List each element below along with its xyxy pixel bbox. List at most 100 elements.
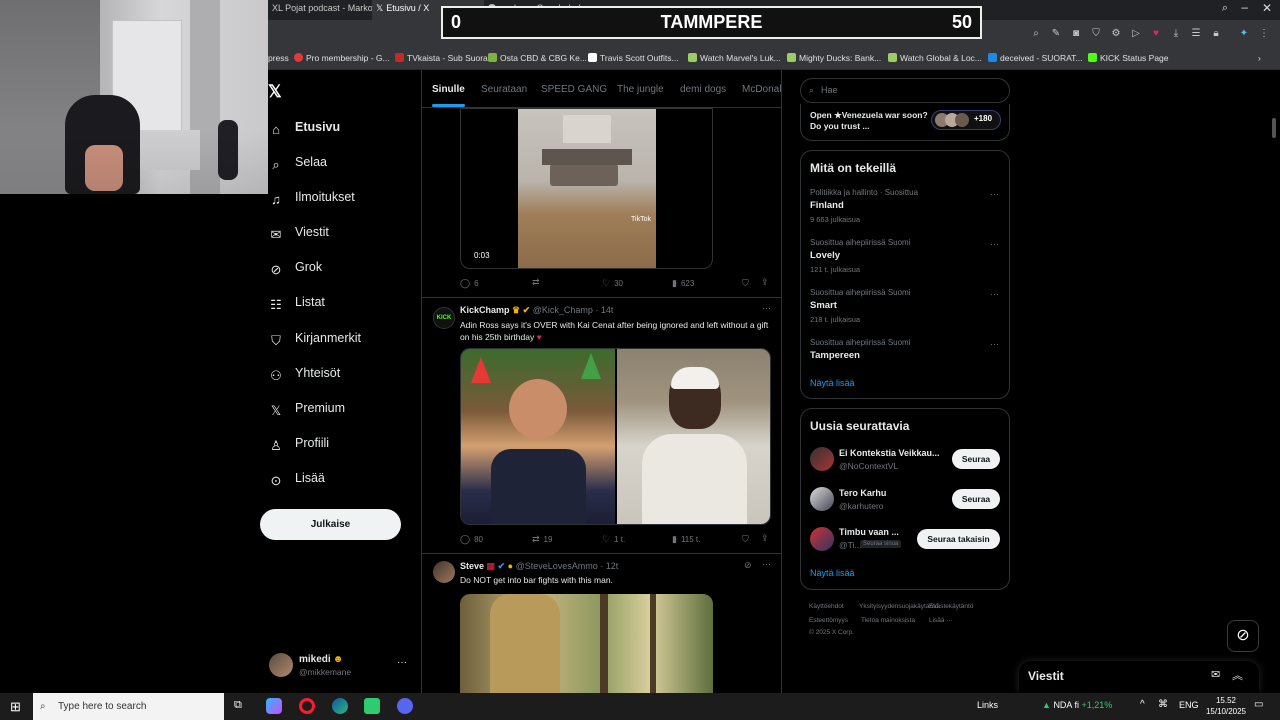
bookmark-item[interactable]: Osta CBD & CBG Ke... — [488, 53, 587, 63]
camera-icon[interactable]: ◙ — [1070, 28, 1082, 40]
footer-link[interactable]: Lisää ··· — [929, 617, 953, 624]
shield-icon[interactable]: ⛉ — [1090, 28, 1102, 40]
post-media[interactable] — [460, 594, 713, 693]
bookmark-item[interactable]: Pro membership - G... — [294, 53, 390, 63]
language-indicator[interactable]: ENG — [1179, 700, 1199, 710]
notifications-icon[interactable]: ▭ — [1254, 699, 1263, 710]
more-dots-icon[interactable]: ··· — [990, 339, 999, 349]
bookmark-item[interactable]: TVkaista - Sub Suora — [395, 53, 488, 63]
browser-tab[interactable]: XL Pojat podcast - Marko — [268, 0, 372, 20]
app-icon[interactable] — [364, 698, 380, 714]
discord-icon[interactable] — [397, 698, 413, 714]
more-dots-icon[interactable]: ··· — [762, 303, 771, 313]
author-name[interactable]: Steve — [460, 561, 484, 571]
repost-button[interactable]: ⇄ 19 — [532, 534, 552, 545]
suggestion-name[interactable]: Tero Karhu — [839, 488, 886, 498]
reply-button[interactable]: ◯ 80 — [460, 534, 483, 545]
post-button[interactable]: Julkaise — [260, 509, 401, 540]
like-button[interactable]: ♡ 30 — [602, 278, 623, 289]
author-handle[interactable]: @SteveLovesAmmo — [516, 561, 598, 571]
footer-link[interactable]: Evästekäytäntö — [929, 603, 973, 610]
more-dots-icon[interactable]: ··· — [990, 189, 999, 199]
nav-item-notifications[interactable]: ♫ Ilmoitukset — [268, 190, 355, 216]
task-view-icon[interactable]: ⧉ — [234, 699, 242, 712]
more-icon[interactable]: ⋮ — [1258, 28, 1270, 40]
post-media[interactable] — [460, 348, 771, 525]
new-message-icon[interactable]: ✉ — [1211, 668, 1220, 681]
like-button[interactable]: ♡ 1 t. — [602, 534, 625, 545]
heart-icon[interactable]: ♥ — [1150, 28, 1162, 40]
follow-back-button[interactable]: Seuraa takaisin — [917, 529, 1000, 549]
account-name[interactable]: mikedi ☻ — [299, 654, 343, 665]
footer-link[interactable]: Tietoa mainoksista — [861, 617, 915, 624]
chevron-up-icon[interactable]: ︽ — [1232, 667, 1243, 683]
chevron-right-icon[interactable]: › — [1258, 53, 1261, 63]
nav-item-communities[interactable]: ⚇ Yhteisöt — [268, 366, 340, 392]
views-button[interactable]: ▮ 115 t. — [672, 534, 700, 545]
more-dots-icon[interactable]: ··· — [990, 289, 999, 299]
show-more-link[interactable]: Näytä lisää — [810, 568, 855, 578]
tab-following[interactable]: Seurataan — [481, 84, 527, 95]
windows-start-icon[interactable]: ⊞ — [10, 699, 21, 715]
grok-icon[interactable]: ⊘ — [1227, 620, 1259, 652]
share-button[interactable]: ⇪ — [761, 277, 773, 288]
tab-list[interactable]: The jungle — [617, 84, 664, 95]
more-dots-icon[interactable]: ··· — [397, 657, 407, 668]
minimize-window-icon[interactable]: – — [1241, 0, 1248, 14]
play-icon[interactable]: ▷ — [1130, 28, 1142, 40]
tab-list[interactable]: demi dogs — [680, 84, 726, 95]
bookmark-button[interactable]: ⛉ — [742, 278, 753, 289]
trend-item[interactable]: Suosittua aihepiirissä Suomi Lovely 121 t.… — [810, 238, 911, 274]
trend-item[interactable]: Suosittua aihepiirissä Suomi Tampereen — [810, 338, 911, 361]
search-icon[interactable]: ⌕ — [1030, 28, 1042, 40]
edge-icon[interactable] — [332, 698, 348, 714]
opera-icon[interactable] — [299, 698, 315, 714]
video-player[interactable]: 0:03 TikTok — [460, 108, 713, 269]
bookmark-button[interactable]: ⛉ — [742, 534, 753, 545]
bookmark-item[interactable]: Watch Global & Loc... — [888, 53, 982, 63]
lock-icon[interactable]: 🔒︎ — [1210, 28, 1222, 40]
more-dots-icon[interactable]: ··· — [762, 559, 771, 569]
bookmark-item[interactable]: Mighty Ducks: Bank... — [787, 53, 881, 63]
taskbar-search-input[interactable]: ⌕ Type here to search — [33, 693, 224, 720]
nav-item-messages[interactable]: ✉ Viestit — [268, 225, 329, 251]
author-handle[interactable]: @Kick_Champ — [533, 305, 593, 315]
network-icon[interactable]: ⌘ — [1158, 699, 1168, 710]
avatar[interactable] — [810, 487, 834, 511]
follow-button[interactable]: Seuraa — [952, 489, 1000, 509]
footer-link[interactable]: Yksityisyydensuojakäytäntö — [859, 603, 939, 610]
suggestion-name[interactable]: Ei Kontekstia Veikkau... — [839, 448, 940, 458]
bookmark-item[interactable]: Travis Scott Outfits... — [588, 53, 679, 63]
more-dots-icon[interactable]: ··· — [990, 239, 999, 249]
edit-icon[interactable]: ✎ — [1050, 28, 1062, 40]
footer-link[interactable]: Esteettömyys — [809, 617, 848, 624]
follow-button[interactable]: Seuraa — [952, 449, 1000, 469]
avatar[interactable] — [433, 561, 455, 583]
views-button[interactable]: ▮ 623 — [672, 278, 694, 289]
nav-item-grok[interactable]: ⊘ Grok — [268, 260, 323, 286]
copilot-icon[interactable] — [266, 698, 282, 714]
tab-list[interactable]: SPEED GANG — [541, 84, 607, 95]
show-more-link[interactable]: Näytä lisää — [810, 378, 855, 388]
menu-lines-icon[interactable]: ☰ — [1190, 28, 1202, 40]
nav-item-explore[interactable]: ⌕ Selaa — [268, 155, 327, 181]
x-logo-icon[interactable]: 𝕏 — [268, 82, 282, 102]
chevron-up-icon[interactable]: ^ — [1140, 699, 1145, 710]
extension-pin-icon[interactable]: ✦ — [1238, 28, 1250, 40]
post-time[interactable]: 14t — [601, 305, 614, 315]
nav-item-home[interactable]: ⌂ Etusivu — [268, 120, 340, 146]
stock-widget[interactable]: ▲ NDA fi +1,21% — [1042, 700, 1112, 710]
author-name[interactable]: KickChamp — [460, 305, 510, 315]
nav-item-more[interactable]: ⊙ Lisää — [268, 471, 325, 497]
scrollbar-thumb[interactable] — [1272, 118, 1276, 138]
grok-icon[interactable]: ⊘ — [744, 560, 752, 571]
clock[interactable]: 15.52 15/10/2025 — [1201, 695, 1251, 717]
nav-item-bookmarks[interactable]: ⛉ Kirjanmerkit — [268, 331, 361, 357]
close-window-icon[interactable]: ✕ — [1262, 1, 1272, 15]
messages-drawer[interactable]: Viestit ✉ ︽ — [1019, 661, 1259, 693]
avatar[interactable] — [810, 527, 834, 551]
avatar[interactable]: KICK — [433, 307, 455, 329]
promo-card[interactable]: Open ★Venezuela war soon? Do you trust .… — [800, 104, 1010, 141]
reply-button[interactable]: ◯ 6 — [460, 278, 479, 289]
bookmark-item[interactable]: KICK Status Page — [1088, 53, 1169, 63]
